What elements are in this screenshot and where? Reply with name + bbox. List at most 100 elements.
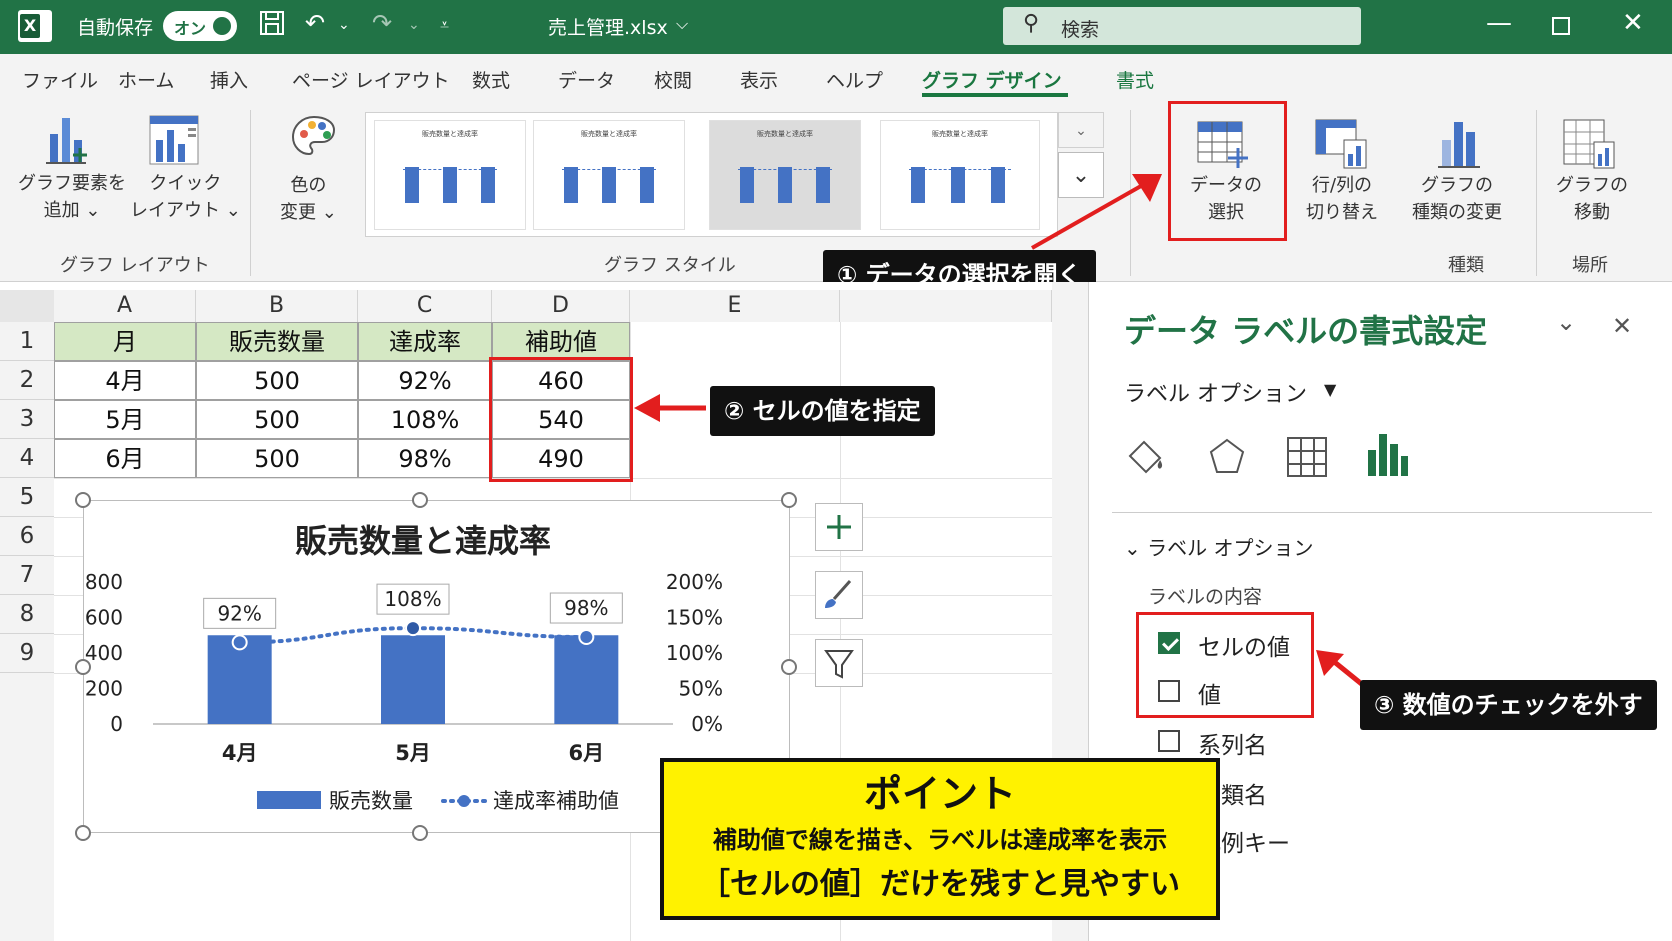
- menu-formulas[interactable]: 数式: [472, 66, 510, 93]
- menu-insert[interactable]: 挿入: [210, 66, 248, 93]
- cell-c3[interactable]: 108%: [358, 400, 492, 439]
- cell-b1[interactable]: 販売数量: [196, 322, 358, 361]
- chart-resize-handle[interactable]: [75, 825, 91, 841]
- switch-row-column-icon[interactable]: [1314, 118, 1368, 174]
- chart-resize-handle[interactable]: [75, 659, 91, 675]
- menu-chart-design[interactable]: グラフ デザイン: [922, 66, 1062, 93]
- row-header-7[interactable]: 7: [0, 556, 54, 595]
- column-header-d[interactable]: D: [492, 290, 630, 322]
- cell-b2[interactable]: 500: [196, 361, 358, 400]
- label-options-icon[interactable]: [1364, 430, 1410, 484]
- chart-resize-handle[interactable]: [781, 492, 797, 508]
- point-line-1: 補助値で線を描き、ラベルは達成率を表示: [712, 826, 1168, 854]
- menu-review[interactable]: 校閲: [654, 66, 692, 93]
- cell-a4[interactable]: 6月: [54, 439, 196, 478]
- close-window-icon[interactable]: ✕: [1622, 8, 1644, 38]
- cell-a2[interactable]: 4月: [54, 361, 196, 400]
- gallery-scroll-up-icon[interactable]: ⌄: [1058, 112, 1104, 148]
- add-chart-element-button[interactable]: グラフ要素を 追加 ⌄: [18, 170, 126, 224]
- autosave-toggle[interactable]: オン: [163, 11, 237, 41]
- row-header-9[interactable]: 9: [0, 634, 54, 673]
- chart-style-thumb-4[interactable]: 販売数量と達成率: [880, 120, 1040, 230]
- menu-help[interactable]: ヘルプ: [826, 66, 883, 93]
- chart-style-thumb-2[interactable]: 販売数量と達成率: [533, 120, 685, 230]
- chart-resize-handle[interactable]: [412, 492, 428, 508]
- row-header-2[interactable]: 2: [0, 361, 54, 400]
- undo-dropdown-icon[interactable]: ⌄: [338, 17, 350, 33]
- row-header-8[interactable]: 8: [0, 595, 54, 634]
- add-chart-element-icon[interactable]: [44, 114, 94, 170]
- line-point[interactable]: [578, 629, 595, 646]
- change-colors-button[interactable]: 色の 変更 ⌄: [280, 172, 337, 226]
- redo-dropdown-icon[interactable]: ⌄: [408, 17, 420, 33]
- cell-d1[interactable]: 補助値: [492, 322, 630, 361]
- dropdown-arrow-icon[interactable]: ▼: [1324, 380, 1336, 399]
- row-header-6[interactable]: 6: [0, 517, 54, 556]
- customize-qat-icon[interactable]: ⩡: [440, 15, 449, 35]
- cell-b3[interactable]: 500: [196, 400, 358, 439]
- autosave-label: 自動保存: [77, 17, 154, 39]
- change-chart-type-icon[interactable]: [1436, 118, 1484, 174]
- pane-collapse-icon[interactable]: ⌄: [1556, 308, 1576, 336]
- maximize-icon[interactable]: [1552, 12, 1570, 42]
- change-chart-type-button[interactable]: グラフの 種類の変更: [1412, 172, 1502, 226]
- chart-resize-handle[interactable]: [412, 825, 428, 841]
- pane-close-icon[interactable]: ✕: [1612, 312, 1632, 340]
- menu-home[interactable]: ホーム: [118, 66, 174, 93]
- move-chart-icon[interactable]: [1562, 118, 1616, 174]
- row-header-5[interactable]: 5: [0, 478, 54, 517]
- redo-icon[interactable]: ↷: [372, 9, 392, 37]
- chart-style-thumb-3[interactable]: 販売数量と達成率: [709, 120, 861, 230]
- fill-line-icon[interactable]: [1122, 434, 1168, 484]
- filename-chevron-icon[interactable]: ⌵: [676, 14, 688, 34]
- search-box[interactable]: ⚲ 検索: [1003, 7, 1361, 45]
- quick-layout-button[interactable]: クイック レイアウト ⌄: [130, 170, 241, 224]
- quick-layout-icon[interactable]: [148, 114, 200, 170]
- palette-icon[interactable]: [290, 114, 338, 166]
- minimize-icon[interactable]: —: [1486, 8, 1512, 38]
- menu-data[interactable]: データ: [558, 66, 615, 93]
- size-properties-icon[interactable]: [1284, 434, 1330, 484]
- chart-title[interactable]: 販売数量と達成率: [295, 522, 551, 560]
- row-header-3[interactable]: 3: [0, 400, 54, 439]
- line-point[interactable]: [231, 634, 248, 651]
- bar-sales[interactable]: [381, 635, 445, 724]
- chart-elements-button[interactable]: [815, 503, 863, 551]
- section-label-options[interactable]: ⌄ ラベル オプション: [1124, 532, 1313, 561]
- cell-a1[interactable]: 月: [54, 322, 196, 361]
- cell-c2[interactable]: 92%: [358, 361, 492, 400]
- chart-resize-handle[interactable]: [75, 492, 91, 508]
- effects-icon[interactable]: [1204, 434, 1250, 484]
- line-point[interactable]: [405, 620, 421, 637]
- undo-icon[interactable]: ↶: [305, 9, 325, 37]
- switch-row-column-button[interactable]: 行/列の 切り替え: [1306, 172, 1378, 226]
- label-options-dropdown[interactable]: ラベル オプション: [1124, 376, 1307, 408]
- chart-styles-button[interactable]: [815, 571, 863, 619]
- column-header-e[interactable]: E: [630, 290, 840, 322]
- checkbox-series-name[interactable]: [1158, 730, 1180, 752]
- save-icon[interactable]: [258, 9, 286, 43]
- column-header-c[interactable]: C: [358, 290, 492, 322]
- row-header-1[interactable]: 1: [0, 322, 54, 361]
- select-all-corner[interactable]: [0, 290, 54, 322]
- chart-resize-handle[interactable]: [781, 659, 797, 675]
- cell-b4[interactable]: 500: [196, 439, 358, 478]
- bar-sales[interactable]: [554, 635, 619, 724]
- cell-a3[interactable]: 5月: [54, 400, 196, 439]
- legend-label-sales: 販売数量: [329, 789, 413, 813]
- chart-filters-button[interactable]: [815, 639, 863, 687]
- row-header-4[interactable]: 4: [0, 439, 54, 478]
- cell-c4[interactable]: 98%: [358, 439, 492, 478]
- cell-c1[interactable]: 達成率: [358, 322, 492, 361]
- menu-file[interactable]: ファイル: [22, 66, 98, 93]
- chart-style-thumb-1[interactable]: 販売数量と達成率: [374, 120, 526, 230]
- menu-page-layout[interactable]: ページ レイアウト: [292, 66, 450, 93]
- data-label: 98%: [564, 596, 608, 620]
- column-header-b[interactable]: B: [196, 290, 358, 322]
- menu-format[interactable]: 書式: [1116, 66, 1154, 93]
- column-header-a[interactable]: A: [54, 290, 196, 322]
- move-chart-button[interactable]: グラフの 移動: [1556, 172, 1628, 226]
- menu-view[interactable]: 表示: [740, 66, 778, 93]
- y-tick-label: 200: [85, 677, 123, 701]
- column-header-f[interactable]: [840, 290, 1052, 322]
